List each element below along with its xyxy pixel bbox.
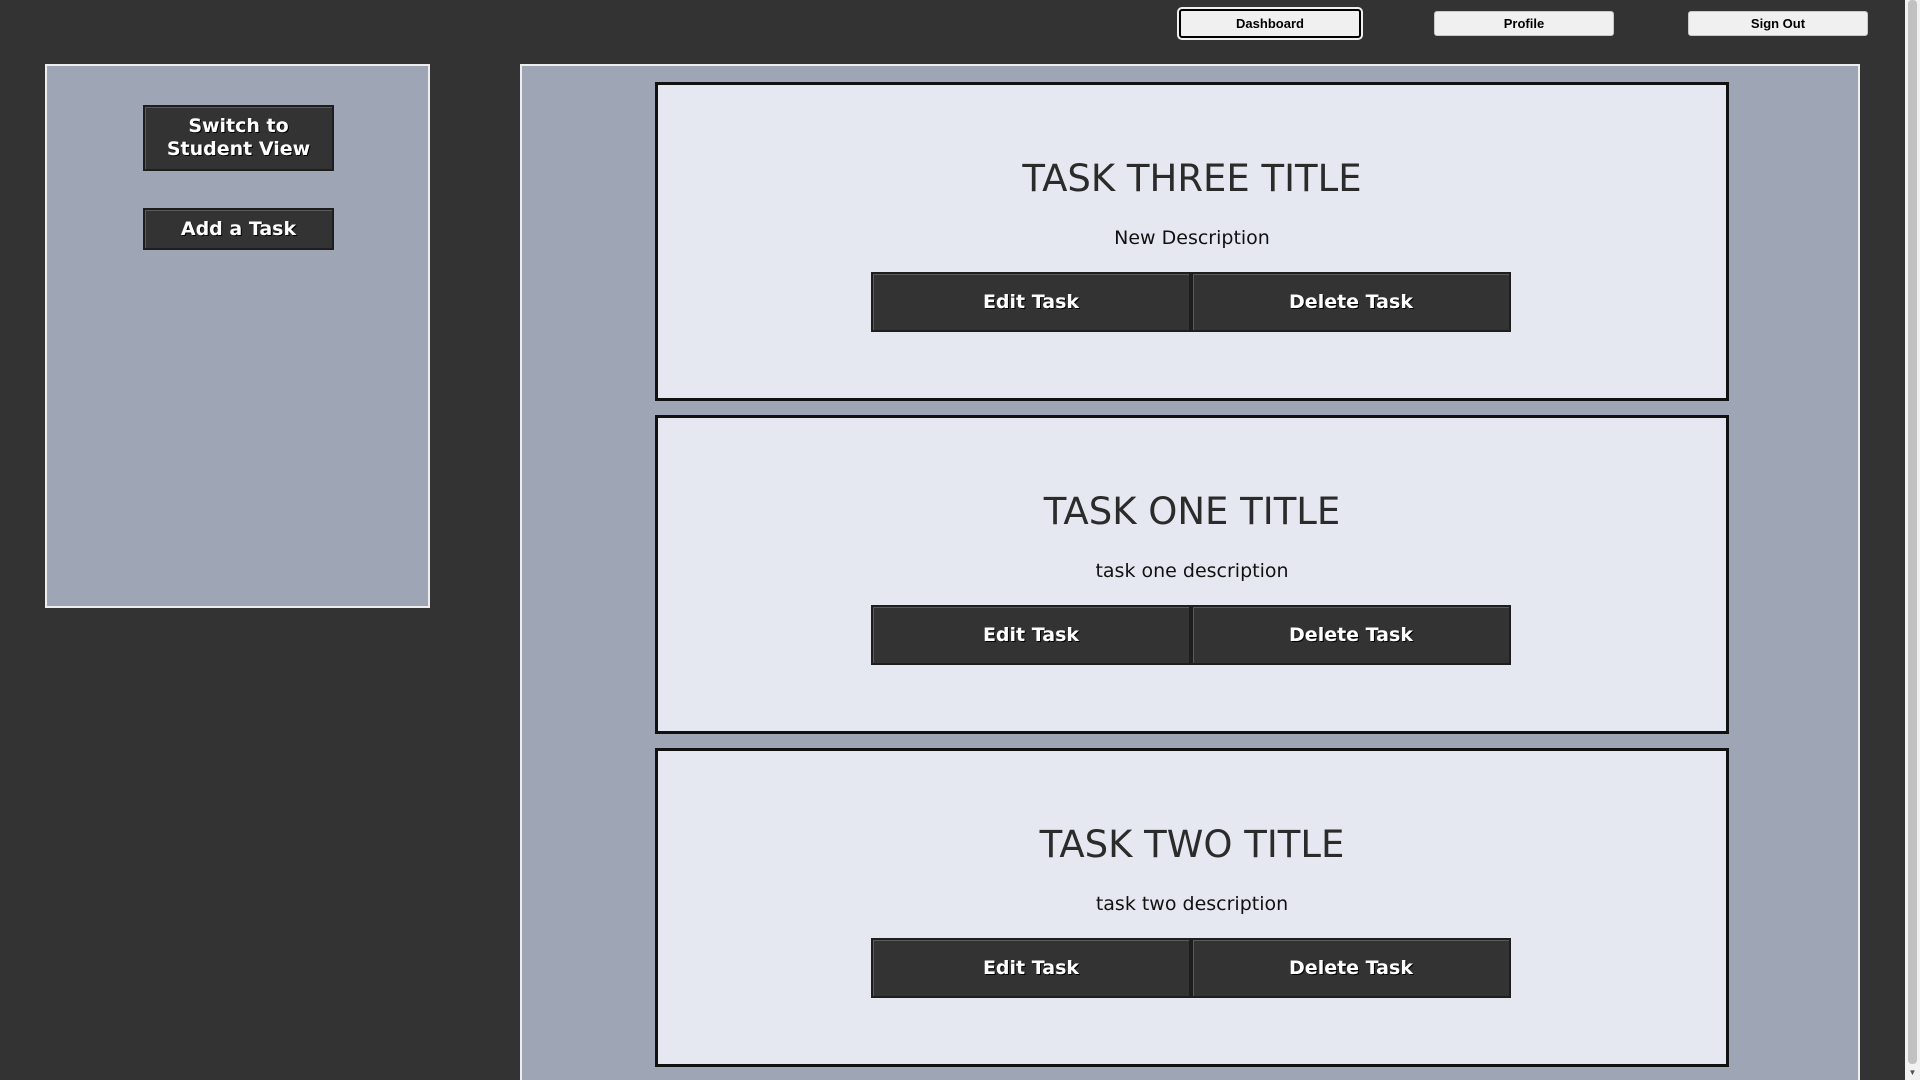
task-title: TASK THREE TITLE xyxy=(1022,157,1362,200)
edit-task-button[interactable]: Edit Task xyxy=(871,605,1191,665)
scroll-down-arrow-icon[interactable]: ▼ xyxy=(1905,1065,1920,1080)
task-card: TASK THREE TITLE New Description Edit Ta… xyxy=(655,82,1729,401)
task-description: task two description xyxy=(1095,893,1289,915)
delete-task-button[interactable]: Delete Task xyxy=(1191,605,1511,665)
edit-task-button[interactable]: Edit Task xyxy=(871,938,1191,998)
task-title: TASK TWO TITLE xyxy=(1039,823,1345,866)
delete-task-button[interactable]: Delete Task xyxy=(1191,938,1511,998)
task-description: task one description xyxy=(1095,560,1289,582)
dashboard-button[interactable]: Dashboard xyxy=(1179,9,1361,38)
add-task-button[interactable]: Add a Task xyxy=(143,208,334,250)
task-list-panel: TASK THREE TITLE New Description Edit Ta… xyxy=(520,64,1860,1080)
sign-out-button[interactable]: Sign Out xyxy=(1688,11,1868,36)
task-card: TASK TWO TITLE task two description Edit… xyxy=(655,748,1729,1067)
sidebar-panel: Switch to Student View Add a Task xyxy=(45,64,430,608)
task-card: TASK ONE TITLE task one description Edit… xyxy=(655,415,1729,734)
scrollbar-thumb[interactable] xyxy=(1908,0,1917,1064)
delete-task-button[interactable]: Delete Task xyxy=(1191,272,1511,332)
profile-button[interactable]: Profile xyxy=(1434,11,1614,36)
task-description: New Description xyxy=(1114,227,1270,249)
top-nav: Dashboard Profile Sign Out xyxy=(0,0,1920,64)
edit-task-button[interactable]: Edit Task xyxy=(871,272,1191,332)
switch-to-student-view-button[interactable]: Switch to Student View xyxy=(143,105,334,171)
page-scrollbar[interactable]: ▼ xyxy=(1905,0,1920,1080)
task-title: TASK ONE TITLE xyxy=(1043,490,1341,533)
